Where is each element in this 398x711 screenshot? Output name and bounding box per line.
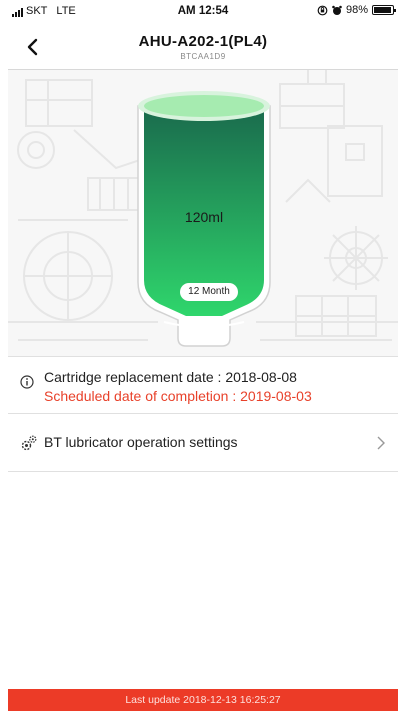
operation-settings-label: BT lubricator operation settings — [44, 434, 238, 450]
cartridge-volume: 120ml — [184, 209, 224, 225]
app-screen: SKT LTE AM 12:54 98% AHU-A202-1(PL4) BTC… — [8, 0, 398, 711]
gauge-panel: 120ml 12 Month 64 % — [8, 70, 398, 356]
cartridge-replacement-date: Cartridge replacement date : 2018-08-08 — [44, 369, 297, 385]
scheduled-completion-date: Scheduled date of completion : 2019-08-0… — [44, 388, 312, 404]
content-empty-area — [8, 472, 398, 689]
period-badge: 12 Month — [180, 283, 238, 301]
nav-bar: AHU-A202-1(PL4) BTCAA1D9 — [8, 22, 398, 70]
battery-icon — [372, 5, 396, 15]
info-icon — [20, 375, 34, 389]
battery-percent: 98% — [345, 4, 368, 16]
chevron-right-icon — [377, 436, 385, 450]
remaining-percent: 64 — [181, 309, 227, 353]
gear-icon — [21, 435, 37, 451]
device-id: BTCAA1D9 — [180, 52, 226, 61]
orientation-lock-icon — [317, 5, 328, 15]
replacement-info: Cartridge replacement date : 2018-08-08 … — [8, 356, 398, 414]
operation-settings-row[interactable]: BT lubricator operation settings — [8, 414, 398, 472]
last-update-bar: Last update 2018-12-13 16:25:27 — [8, 689, 398, 711]
status-bar: SKT LTE AM 12:54 98% — [8, 0, 398, 22]
alarm-icon — [332, 5, 342, 15]
page-title: AHU-A202-1(PL4) — [138, 33, 268, 50]
status-right: 98% — [317, 4, 396, 16]
